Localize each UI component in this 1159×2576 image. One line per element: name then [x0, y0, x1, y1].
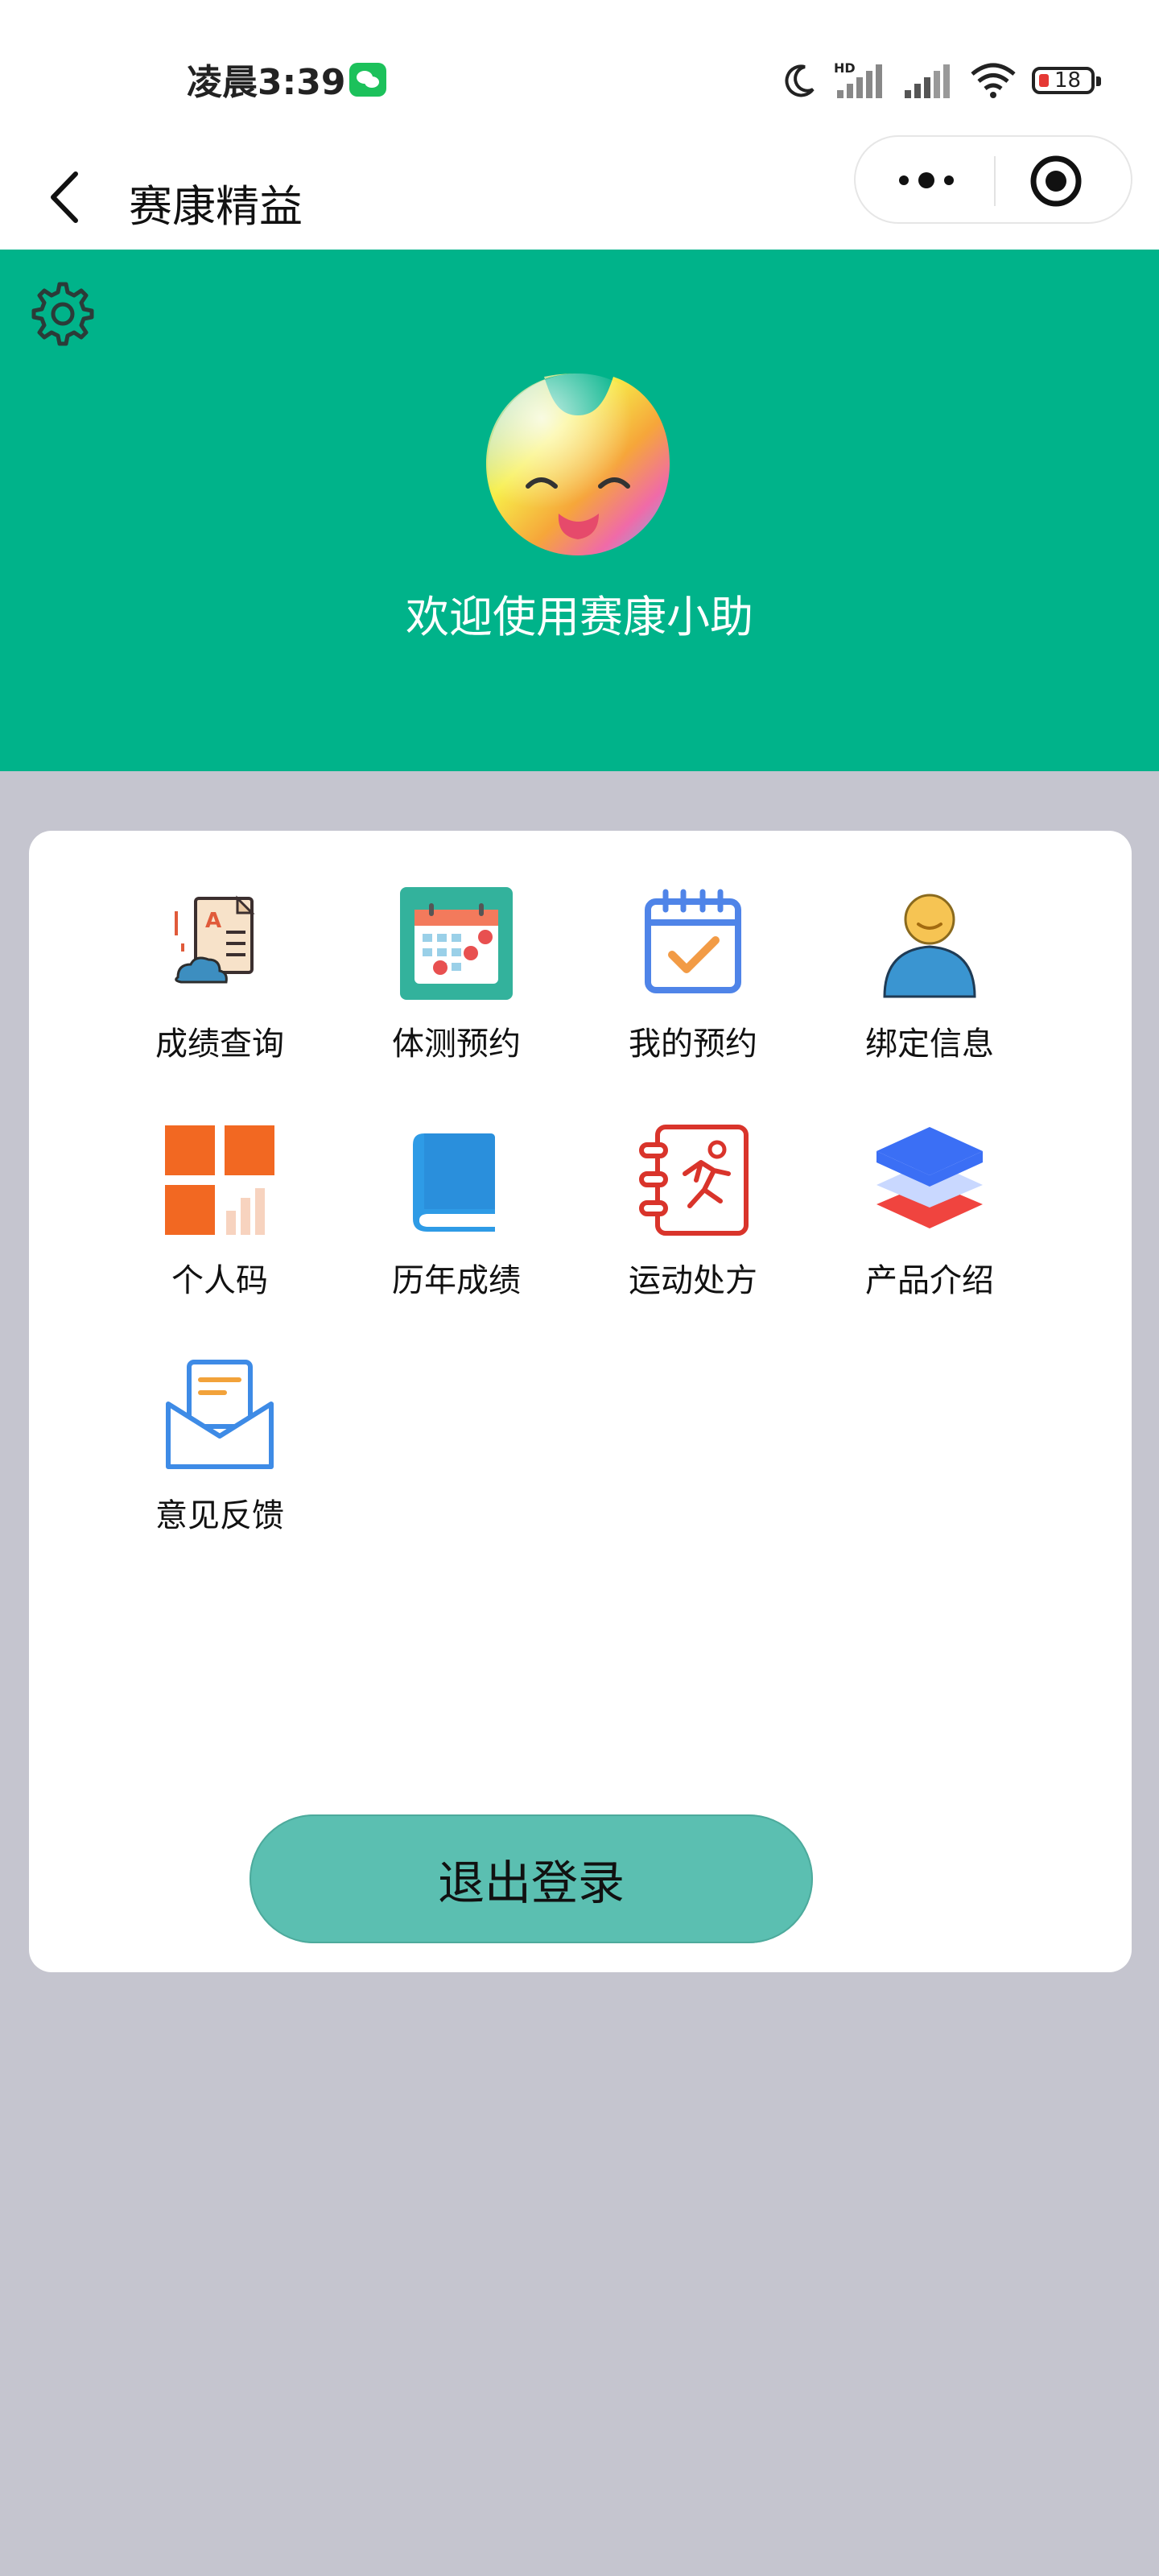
menu-item-product-intro[interactable]: 产品介绍: [837, 1124, 1022, 1317]
battery-icon: 18: [1032, 67, 1101, 94]
signal-icon: [905, 64, 950, 98]
status-bar: 凌晨3:39 HD 18: [0, 0, 1159, 145]
mini-program-close-icon: [1030, 155, 1082, 207]
menu-item-label: 我的预约: [629, 1026, 757, 1063]
menu-item-bind-info[interactable]: 绑定信息: [837, 887, 1022, 1080]
menu-item-score-query[interactable]: A 成绩查询: [127, 887, 312, 1080]
welcome-text: 欢迎使用赛康小助: [406, 592, 753, 642]
moon-icon: [785, 64, 815, 97]
chevron-left-icon: [51, 171, 78, 223]
more-button[interactable]: [891, 159, 962, 201]
mascot-avatar: [478, 364, 678, 564]
menu-item-label: 产品介绍: [865, 1262, 994, 1299]
menu-item-label: 历年成绩: [392, 1262, 521, 1299]
menu-item-label: 体测预约: [392, 1026, 521, 1063]
menu-item-label: 绑定信息: [865, 1026, 994, 1063]
wifi-icon: [971, 63, 1016, 98]
menu-item-feedback[interactable]: 意见反馈: [127, 1359, 312, 1552]
function-card: A 成绩查询 体测预约 我的预约 绑定信息 个人码 历年成绩 运动处方 产品介绍…: [29, 831, 1132, 1972]
menu-item-history-scores[interactable]: 历年成绩: [364, 1124, 549, 1317]
menu-item-test-booking[interactable]: 体测预约: [364, 887, 549, 1080]
wechat-icon: [349, 63, 386, 97]
layers-icon: [876, 1127, 983, 1228]
book-icon: [413, 1133, 495, 1232]
svg-text:A: A: [205, 909, 221, 933]
close-mini-program-button[interactable]: [1028, 153, 1084, 209]
menu-item-label: 成绩查询: [155, 1026, 284, 1063]
hd-label: HD: [834, 60, 856, 76]
menu-item-exercise-prescription[interactable]: 运动处方: [600, 1124, 786, 1317]
gear-icon: [31, 282, 94, 346]
user-profile-icon: [883, 894, 976, 998]
exercise-prescription-icon: [639, 1125, 749, 1236]
status-icons: HD 18: [781, 56, 1101, 105]
feedback-envelope-icon: [166, 1360, 274, 1469]
page-title: 赛康精益: [129, 181, 303, 232]
menu-item-label: 意见反馈: [155, 1497, 284, 1534]
calendar-check-icon: [645, 889, 741, 993]
capsule-divider: [994, 156, 996, 206]
menu-item-label: 运动处方: [629, 1262, 757, 1299]
welcome-banner: 欢迎使用赛康小助: [0, 250, 1159, 771]
score-report-icon: A: [175, 895, 255, 984]
battery-level: 18: [1054, 68, 1082, 93]
status-time: 凌晨3:39: [187, 62, 346, 103]
hd-signal-icon: HD: [834, 60, 882, 98]
menu-item-label: 个人码: [171, 1262, 268, 1299]
mini-program-capsule: [854, 135, 1132, 224]
menu-item-personal-code[interactable]: 个人码: [127, 1124, 312, 1317]
back-button[interactable]: [32, 153, 97, 242]
menu-item-my-booking[interactable]: 我的预约: [600, 887, 786, 1080]
logout-button[interactable]: 退出登录: [250, 1814, 813, 1943]
settings-button[interactable]: [24, 275, 101, 353]
more-dots-icon: [899, 172, 954, 188]
calendar-booking-icon: [400, 887, 513, 1000]
personal-code-icon: [165, 1125, 274, 1235]
